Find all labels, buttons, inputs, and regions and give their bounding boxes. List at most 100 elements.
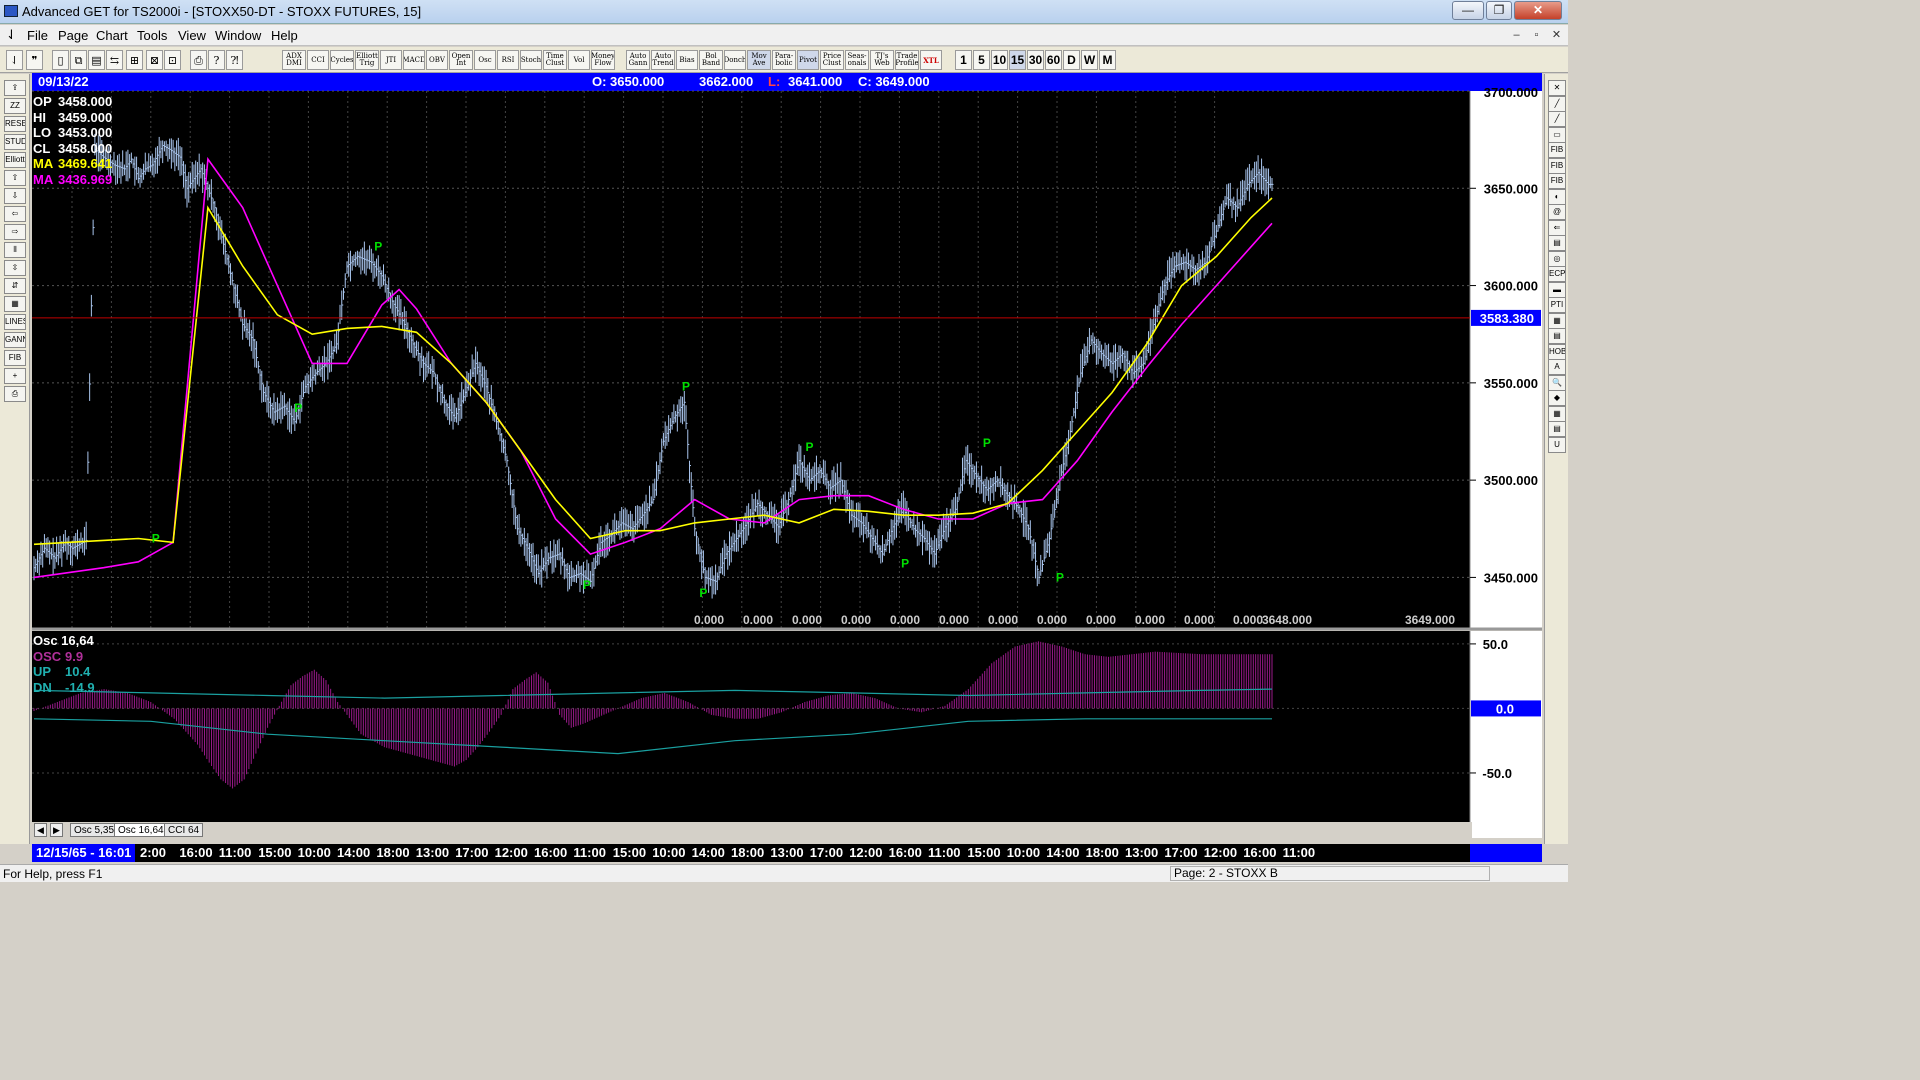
legend-row: OP 3458.000 <box>33 94 112 110</box>
bottom-value-readout: 3649.000 <box>1405 613 1455 627</box>
chart-area: P P P P P P P P P P 3583.380 3650.000 3600.000 3550.0… <box>0 0 1568 882</box>
osc-axis-label: 50.0 <box>1483 637 1508 652</box>
time-axis-label: 11:00 <box>573 845 606 860</box>
time-axis-label: 17:00 <box>455 845 489 860</box>
legend-label: MA <box>33 156 54 172</box>
bottom-value-readout: 0.000 <box>743 613 773 627</box>
pivot-marker: P <box>983 436 991 450</box>
osc-legend-value: 10.4 <box>65 664 91 679</box>
time-axis-label: 18:00 <box>1085 845 1119 860</box>
price-axis-label: 3550.000 <box>1484 376 1538 391</box>
indicator-tabs: ◀ ▶ Osc 5,35 Osc 16,64 CCI 64 <box>32 822 1472 838</box>
osc-zero-label: 0.0 <box>1496 701 1514 716</box>
legend-row: HI 3459.000 <box>33 110 112 126</box>
legend-row: CL 3458.000 <box>33 141 112 157</box>
pivot-marker: P <box>1056 570 1064 584</box>
time-axis-label: 12:00 <box>1203 845 1238 860</box>
time-axis-label: 15:00 <box>258 845 292 860</box>
time-axis-label: 2:00 <box>140 845 167 860</box>
osc-legend-row: OSC 9.9 <box>33 649 95 665</box>
time-axis-label: 16:00 <box>888 845 922 860</box>
time-axis-label: 17:00 <box>1164 845 1198 860</box>
osc-legend-label: OSC <box>33 648 62 664</box>
price-axis-label: 3500.000 <box>1484 473 1538 488</box>
legend-value: 3453.000 <box>58 125 113 141</box>
osc-legend-row: UP 10.4 <box>33 664 95 680</box>
legend-label: MA <box>33 171 54 187</box>
pivot-marker: P <box>374 240 382 254</box>
bottom-value-readout: 0.000 <box>1184 613 1214 627</box>
legend-value: 3458.000 <box>58 140 113 156</box>
legend-row: MA 3436.969 <box>33 172 112 188</box>
legend-label: CL <box>33 140 51 156</box>
osc-legend-row: DN -14.9 <box>33 680 95 696</box>
pivot-marker: P <box>901 557 909 571</box>
osc-legend-label: UP <box>33 664 52 679</box>
pivot-marker: P <box>805 440 813 454</box>
time-axis-label: 16:00 <box>179 845 213 860</box>
price-axis-label: 3600.000 <box>1484 279 1538 294</box>
time-axis-label: 16:00 <box>534 845 568 860</box>
legend-label: HI <box>33 109 46 125</box>
bottom-value-readout: 0.000 <box>1135 613 1165 627</box>
legend-value: 3469.641 <box>58 156 113 172</box>
legend-label: LO <box>33 125 52 141</box>
bottom-value-readout: 3648.000 <box>1262 613 1312 627</box>
time-axis-label: 11:00 <box>218 845 252 860</box>
oscillator-panel <box>32 631 1470 822</box>
tab-osc-16-64[interactable]: Osc 16,64 <box>114 823 168 837</box>
time-axis-label: 18:00 <box>376 845 410 860</box>
bottom-value-readout: 0.000 <box>694 613 724 627</box>
bottom-value-readout: 0.000 <box>939 613 969 627</box>
price-legend: OP 3458.000 HI 3459.000 LO 3453.000 CL 3458.000… <box>33 94 112 188</box>
time-axis-label: 16:00 <box>1243 845 1277 860</box>
osc-axis-label: -50.0 <box>1482 766 1512 781</box>
time-axis-label: 15:00 <box>612 845 647 860</box>
time-axis: 12/15/65 - 16:01 2:00 16:00 11:00 15:00 10:0… <box>32 844 1542 862</box>
legend-value: 3458.000 <box>58 94 113 109</box>
bottom-value-readout: 0.000 <box>792 613 822 627</box>
tab-cci-64[interactable]: CCI 64 <box>164 823 204 837</box>
oscillator-title: Osc 16,64 <box>33 633 94 648</box>
time-axis-label: 15:00 <box>967 845 1001 860</box>
tab-osc-5-35[interactable]: Osc 5,35 <box>70 823 119 837</box>
time-axis-start: 12/15/65 - 16:01 <box>32 844 136 862</box>
tab-prev-button[interactable]: ◀ <box>34 823 47 837</box>
time-axis-label: 10:00 <box>652 845 686 860</box>
price-axis-panel <box>1470 91 1542 628</box>
bottom-value-readout: 0.000 <box>1037 613 1067 627</box>
osc-legend-label: DN <box>33 679 52 695</box>
oscillator-legend: Osc 16,64 OSC 9.9 UP 10.4 DN -14.9 <box>33 633 95 695</box>
bottom-value-readout: 0.000 <box>890 613 920 627</box>
bottom-value-readout: 0.000 <box>1233 613 1263 627</box>
pivot-marker: P <box>294 401 302 415</box>
time-axis-label: 18:00 <box>731 845 765 860</box>
osc-axis-panel <box>1470 631 1542 838</box>
osc-legend-value: 9.9 <box>65 648 84 664</box>
bottom-value-readout: 0.000 <box>988 613 1018 627</box>
time-axis-label: 17:00 <box>809 845 844 860</box>
chart-canvas[interactable]: P P P P P P P P P P 3583.380 3650.000 3600.000 3550.0… <box>0 0 1568 882</box>
time-axis-label: 13:00 <box>415 845 450 860</box>
legend-value: 3459.000 <box>58 109 113 125</box>
tab-next-button[interactable]: ▶ <box>50 823 63 837</box>
time-axis-label: 14:00 <box>337 845 371 860</box>
time-axis-label: 12:00 <box>849 845 883 860</box>
time-axis-label: 13:00 <box>770 845 804 860</box>
time-axis-label: 11:00 <box>928 845 961 860</box>
pivot-marker: P <box>699 586 707 600</box>
price-axis-label: 3700.000 <box>1484 85 1538 100</box>
pivot-marker: P <box>152 531 160 545</box>
time-axis-label: 14:00 <box>1046 845 1080 860</box>
time-axis-label: 10:00 <box>297 845 331 860</box>
time-axis-label: 10:00 <box>1006 845 1041 860</box>
time-axis-label: 14:00 <box>691 845 725 860</box>
pivot-marker: P <box>682 380 690 394</box>
legend-row: LO 3453.000 <box>33 125 112 141</box>
legend-label: OP <box>33 94 52 109</box>
time-axis-label: 12:00 <box>494 845 528 860</box>
status-page: Page: 2 - STOXX B <box>1170 866 1490 881</box>
pivot-marker: P <box>583 578 591 592</box>
price-axis-label: 3650.000 <box>1484 181 1538 196</box>
price-axis-label: 3450.000 <box>1484 570 1538 585</box>
